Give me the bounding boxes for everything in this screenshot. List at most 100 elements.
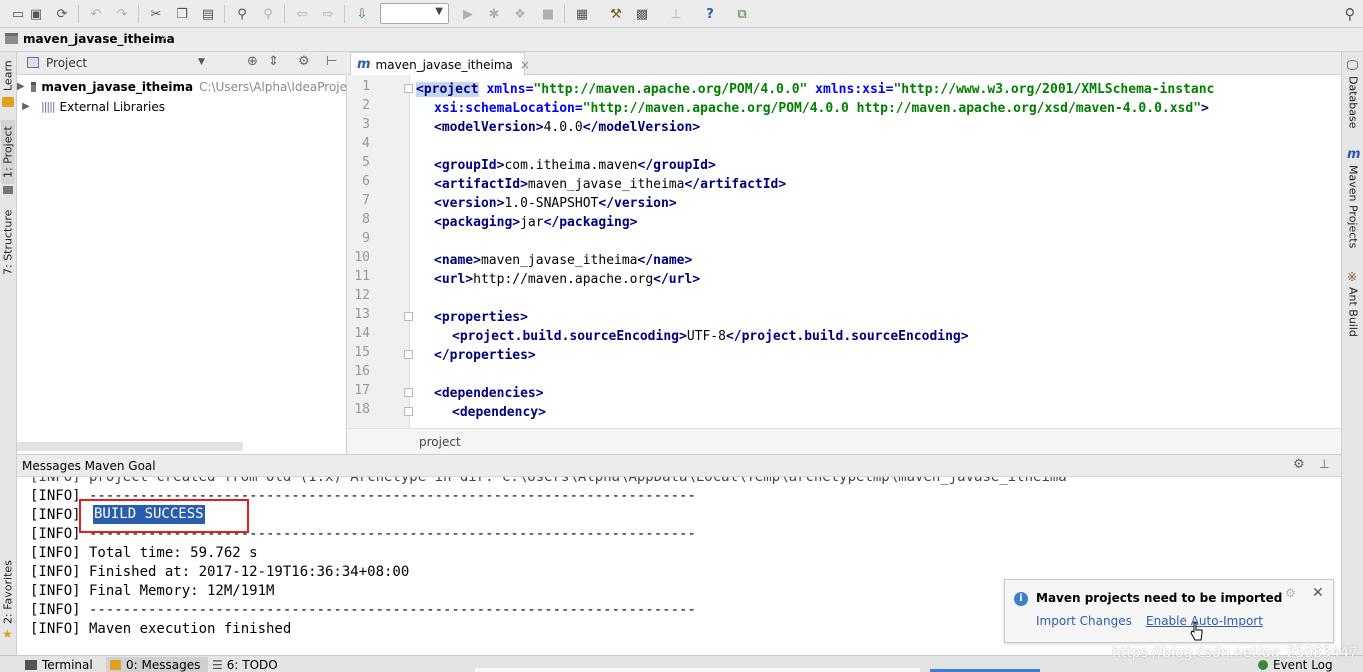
tree-item-label: External Libraries: [59, 99, 165, 114]
breadcrumb-item[interactable]: project: [419, 435, 461, 449]
enable-auto-import-link[interactable]: Enable Auto-Import: [1146, 614, 1263, 628]
favorites-tool-tab[interactable]: 2: Favorites: [1, 557, 15, 627]
run-configuration-select[interactable]: ▼: [380, 3, 449, 24]
cut-icon[interactable]: ✂: [146, 4, 166, 24]
maven-projects-tool-tab[interactable]: Maven Projects: [1345, 164, 1361, 250]
folder-icon: [5, 33, 18, 44]
vcs-icon[interactable]: ⊥: [666, 4, 686, 24]
console-line: [INFO] Final Memory: 12M/191M: [30, 583, 275, 599]
code-line-3: <modelVersion>4.0.0</modelVersion>: [434, 120, 701, 135]
star-icon: ★: [2, 627, 13, 641]
structure-tool-tab[interactable]: 7: Structure: [1, 207, 15, 277]
help-icon[interactable]: ?: [700, 4, 720, 24]
gear-icon[interactable]: ⚙: [1285, 586, 1296, 600]
build-icon[interactable]: ⇩: [352, 4, 372, 24]
hide-panel-icon[interactable]: ⊥: [1319, 457, 1329, 471]
todo-tool-tab[interactable]: ☰ 6: TODO: [212, 657, 278, 672]
line-number: 13: [354, 307, 370, 322]
horizontal-scrollbar[interactable]: [17, 442, 243, 451]
notification-title: Maven projects need to be imported: [1036, 591, 1283, 605]
open-icon[interactable]: ▭: [8, 4, 28, 24]
find-icon[interactable]: ⚲: [232, 4, 252, 24]
code-line-13: <properties>: [434, 310, 528, 325]
import-changes-link[interactable]: Import Changes: [1036, 614, 1132, 628]
breadcrumb[interactable]: maven_javase_itheima: [23, 32, 175, 46]
maven-icon: m: [1347, 147, 1361, 162]
close-icon[interactable]: ✕: [1312, 585, 1324, 601]
line-number-gutter: 1 2 3 4 5 6 7 8 9 10 11 12 13 14 15 16 17 18: [348, 75, 413, 428]
line-number: 9: [362, 231, 370, 246]
project-panel-header: Project ▼ ⊕ ⇕ ⚙ ⊢: [17, 52, 347, 75]
database-tool-tab[interactable]: Database: [1345, 74, 1361, 130]
line-number: 5: [362, 155, 370, 170]
run-icon[interactable]: ▶: [458, 4, 478, 24]
tree-item-external-libraries[interactable]: ▶ ||||| External Libraries: [17, 97, 347, 116]
library-icon: |||||: [41, 100, 55, 113]
code-view[interactable]: <project xmlns="http://maven.apache.org/…: [411, 75, 1341, 428]
messages-tool-tab[interactable]: 0: Messages: [106, 657, 209, 672]
redo-icon[interactable]: ↷: [112, 4, 132, 24]
left-tool-strip: Learn 1: Project 7: Structure 2: Favorit…: [0, 52, 17, 655]
code-line-8: <packaging>jar</packaging>: [434, 215, 638, 230]
gear-icon[interactable]: ⚙: [298, 54, 310, 69]
collapse-all-icon[interactable]: ⇕: [268, 54, 279, 69]
horizontal-scrollbar[interactable]: [475, 668, 920, 672]
messages-panel-header: Messages Maven Goal ⚙ ⊥: [17, 455, 1341, 477]
right-tool-strip: Database m Maven Projects ※ Ant Build: [1341, 52, 1363, 655]
project-icon: [3, 186, 13, 194]
forward-icon[interactable]: ⇨: [318, 4, 338, 24]
project-panel: Project ▼ ⊕ ⇕ ⚙ ⊢ ▶ maven_javase_itheima…: [17, 52, 347, 454]
expand-arrow-icon[interactable]: ▶: [17, 81, 25, 92]
code-line-1: <project xmlns="http://maven.apache.org/…: [416, 82, 1215, 97]
database-icon: [1347, 60, 1358, 70]
tree-item-label: maven_javase_itheima: [41, 79, 194, 94]
search-icon[interactable]: ⚲: [1340, 4, 1360, 24]
module-folder-icon: [30, 81, 37, 92]
coverage-icon[interactable]: ❖: [510, 4, 530, 24]
project-structure-icon[interactable]: ▦: [572, 4, 592, 24]
project-view-icon: [27, 57, 39, 68]
save-icon[interactable]: ▣: [26, 4, 46, 24]
tree-item-path: C:\Users\Alpha\IdeaProje: [199, 79, 347, 94]
expand-arrow-icon[interactable]: ▶: [17, 101, 35, 112]
paste-icon[interactable]: ▤: [198, 4, 218, 24]
line-number: 3: [362, 117, 370, 132]
watermark: https://blog.csdn.net/qq_25083447: [1112, 645, 1358, 661]
hide-icon[interactable]: ⊢: [326, 54, 337, 69]
event-log-icon: [1258, 659, 1268, 670]
code-line-18: <dependency>: [452, 405, 546, 420]
stop-icon[interactable]: ■: [538, 4, 558, 24]
close-icon[interactable]: ×: [520, 58, 530, 72]
hand-cursor-icon: [1190, 622, 1203, 641]
tab-pom-xml[interactable]: m maven_javase_itheima ×: [350, 52, 530, 76]
sdk-icon[interactable]: ▩: [632, 4, 652, 24]
gear-icon[interactable]: ⚙: [1293, 457, 1305, 472]
settings-icon[interactable]: ⚒: [606, 4, 626, 24]
copy-icon[interactable]: ❐: [172, 4, 192, 24]
sync-icon[interactable]: ⟳: [52, 4, 72, 24]
debug-icon[interactable]: ✱: [484, 4, 504, 24]
code-line-5: <groupId>com.itheima.maven</groupId>: [434, 158, 716, 173]
terminal-tool-tab[interactable]: Terminal: [25, 657, 93, 672]
editor-tab-bar: m maven_javase_itheima ×: [348, 52, 1341, 76]
project-view-select[interactable]: Project: [46, 56, 87, 70]
scroll-from-source-icon[interactable]: ⊕: [247, 54, 258, 69]
editor-area: m maven_javase_itheima × 1 2 3 4 5 6 7 8 9 10 11 12…: [348, 52, 1341, 454]
line-number: 10: [354, 250, 370, 265]
ant-build-tool-tab[interactable]: Ant Build: [1345, 286, 1361, 338]
line-number: 6: [362, 174, 370, 189]
project-tool-tab[interactable]: 1: Project: [1, 120, 15, 184]
tasks-icon[interactable]: ⧉: [732, 4, 752, 24]
replace-icon[interactable]: ⚲: [258, 4, 278, 24]
line-number: 14: [354, 326, 370, 341]
undo-icon[interactable]: ↶: [86, 4, 106, 24]
back-icon[interactable]: ⇦: [292, 4, 312, 24]
code-line-10: <name>maven_javase_itheima</name>: [434, 253, 693, 268]
console-line: [INFO] ---------------------------------…: [30, 602, 696, 618]
learn-tab[interactable]: Learn: [1, 56, 15, 96]
chevron-down-icon: ▼: [435, 6, 443, 17]
tree-item-project[interactable]: ▶ maven_javase_itheima C:\Users\Alpha\Id…: [17, 77, 347, 96]
chevron-down-icon[interactable]: ▼: [198, 57, 205, 67]
line-number: 16: [354, 364, 370, 379]
maven-import-notification: i Maven projects need to be imported ⚙ ✕…: [1004, 579, 1334, 643]
